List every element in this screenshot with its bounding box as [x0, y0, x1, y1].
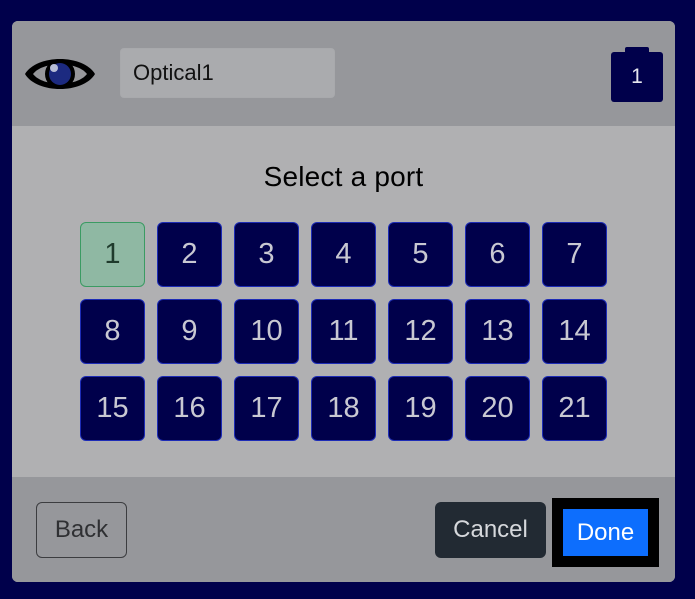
port-button-1[interactable]: 1: [80, 222, 145, 287]
done-button-focus-frame: Done: [552, 498, 659, 567]
port-button-17[interactable]: 17: [234, 376, 299, 441]
port-button-12[interactable]: 12: [388, 299, 453, 364]
page-title: Select a port: [263, 161, 424, 192]
port-button-20[interactable]: 20: [465, 376, 530, 441]
battery-label: 1: [631, 65, 643, 88]
port-button-7[interactable]: 7: [542, 222, 607, 287]
port-grid: 1 2 3 4 5 6 7 8 9 10 11 12 13 14 15 16 17 18 19 20 21: [80, 222, 607, 441]
port-button-3[interactable]: 3: [234, 222, 299, 287]
port-button-15[interactable]: 15: [80, 376, 145, 441]
done-button[interactable]: Done: [563, 509, 648, 556]
port-button-9[interactable]: 9: [157, 299, 222, 364]
port-button-18[interactable]: 18: [311, 376, 376, 441]
cancel-button[interactable]: Cancel: [435, 502, 546, 558]
device-name-input[interactable]: [120, 48, 335, 98]
battery-body: 1: [611, 52, 663, 102]
port-button-6[interactable]: 6: [465, 222, 530, 287]
port-button-16[interactable]: 16: [157, 376, 222, 441]
port-button-4[interactable]: 4: [311, 222, 376, 287]
port-button-5[interactable]: 5: [388, 222, 453, 287]
port-button-14[interactable]: 14: [542, 299, 607, 364]
eye-icon[interactable]: [23, 50, 97, 98]
port-button-8[interactable]: 8: [80, 299, 145, 364]
port-button-11[interactable]: 11: [311, 299, 376, 364]
back-button[interactable]: Back: [36, 502, 127, 558]
port-button-21[interactable]: 21: [542, 376, 607, 441]
port-button-19[interactable]: 19: [388, 376, 453, 441]
port-button-10[interactable]: 10: [234, 299, 299, 364]
port-button-13[interactable]: 13: [465, 299, 530, 364]
battery-icon: 1: [611, 47, 663, 102]
dialog-header: 1: [12, 21, 675, 126]
dialog-footer: Back Cancel Done: [12, 477, 675, 582]
port-select-dialog: 1 Select a port 123456789101112131415161…: [12, 21, 675, 582]
port-button-2[interactable]: 2: [157, 222, 222, 287]
